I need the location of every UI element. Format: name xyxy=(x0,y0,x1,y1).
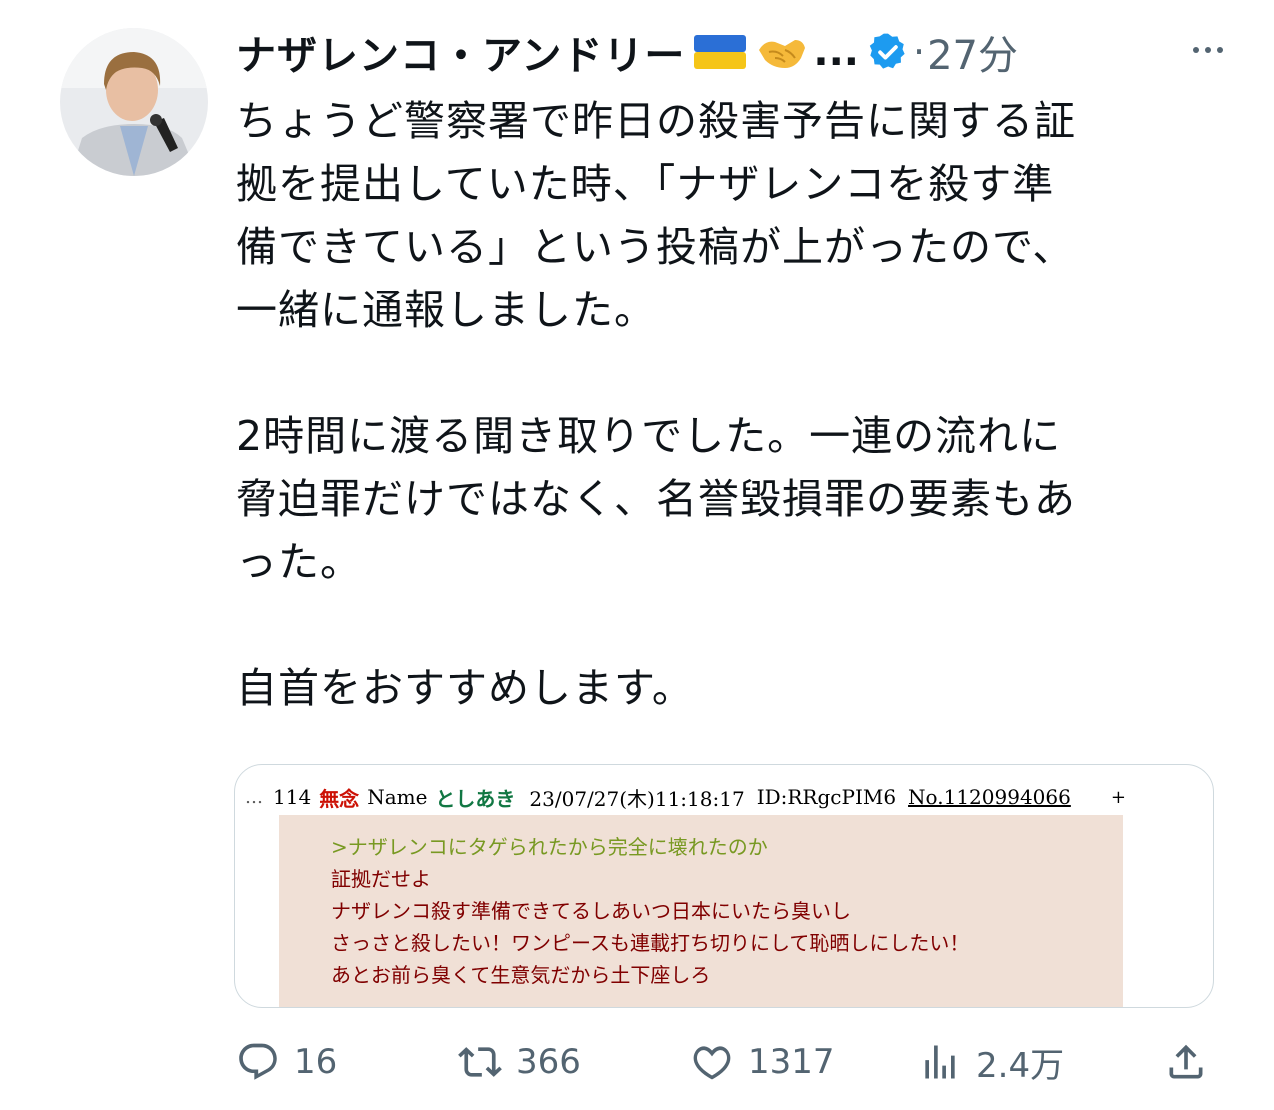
post-name-label: Name xyxy=(367,785,428,809)
views-count: 2.4万 xyxy=(976,1045,1065,1086)
share-button[interactable] xyxy=(1164,1030,1208,1094)
text-line: 2時間に渡る聞き取りでした。一連の流れに xyxy=(236,412,1062,460)
tweet-timestamp[interactable]: 27分 xyxy=(927,23,1018,81)
heart-icon xyxy=(693,1046,731,1080)
text-line: 拠を提出していた時、「ナザレンコを殺す準 xyxy=(236,160,1055,208)
text-line: ちょうど警察署で昨日の殺害予告に関する証 xyxy=(236,97,1076,145)
author-name[interactable]: ナザレンコ・アンドリー xyxy=(236,23,685,81)
post-quote-line: >ナザレンコにタゲられたから完全に壊れたのか xyxy=(331,835,768,859)
more-options-icon[interactable] xyxy=(1188,30,1228,70)
text-line: った。 xyxy=(236,538,362,586)
text-line: 脅迫罪だけではなく、名誉毀損罪の要素もあ xyxy=(236,475,1076,523)
retweet-icon xyxy=(458,1047,502,1077)
verified-badge-icon xyxy=(867,31,909,73)
handshake-icon xyxy=(755,30,809,74)
post-line: さっさと殺したい！ワンピースも連載打ち切りにして恥晒しにしたい！ xyxy=(331,931,970,955)
separator-dot: · xyxy=(913,30,926,74)
tweet-media-image[interactable]: … 114 無念 Name としあき 23/07/27(木)11:18:17 I… xyxy=(234,764,1214,1008)
author-avatar[interactable] xyxy=(60,28,208,176)
post-plus: + xyxy=(1110,786,1126,808)
post-poster-name: としあき xyxy=(435,786,516,811)
retweet-button[interactable]: 366 xyxy=(458,1030,581,1094)
share-icon xyxy=(1169,1044,1203,1079)
reply-count: 16 xyxy=(294,1042,338,1082)
like-count: 1317 xyxy=(748,1042,835,1082)
post-line: 証拠だせよ xyxy=(331,867,431,891)
post-no-link: No.1120994066 xyxy=(908,785,1071,809)
text-line: 備できている」という投稿が上がったので、 xyxy=(236,223,1075,271)
like-button[interactable]: 1317 xyxy=(690,1030,835,1094)
post-date: 23/07/27(木)11:18:17 xyxy=(529,786,745,811)
name-ellipsis: ... xyxy=(813,29,859,75)
post-header: … 114 無念 Name としあき 23/07/27(木)11:18:17 I… xyxy=(245,779,1195,815)
post-id: ID:RRgcPIM6 xyxy=(756,785,897,809)
views-chart-icon xyxy=(925,1045,955,1079)
views-button[interactable]: 2.4万 xyxy=(918,1030,1064,1094)
reply-icon xyxy=(239,1043,277,1080)
post-number: 114 xyxy=(273,785,312,809)
post-line: ナザレンコ殺す準備できてるしあいつ日本にいたら臭いし xyxy=(331,899,851,923)
post-subject: 無念 xyxy=(319,786,360,811)
ukraine-flag-icon xyxy=(693,34,747,70)
post-body: >ナザレンコにタゲられたから完全に壊れたのか 証拠だせよ ナザレンコ殺す準備でき… xyxy=(279,815,1123,1007)
text-line: 自首をおすすめします。 xyxy=(236,664,694,712)
reply-button[interactable]: 16 xyxy=(236,1030,337,1094)
text-line: 一緒に通報しました。 xyxy=(236,286,656,334)
post-line: あとお前ら臭くて生意気だから土下座しろ xyxy=(331,963,711,987)
tweet-header: ナザレンコ・アンドリー ... · 27分 xyxy=(236,22,1234,82)
tweet-text: ちょうど警察署で昨日の殺害予告に関する証 拠を提出していた時、「ナザレンコを殺す… xyxy=(236,90,1196,720)
retweet-count: 366 xyxy=(516,1042,581,1082)
post-dots: … xyxy=(245,786,263,808)
tweet-actions: 16 366 1317 2.4万 xyxy=(236,1030,1216,1094)
